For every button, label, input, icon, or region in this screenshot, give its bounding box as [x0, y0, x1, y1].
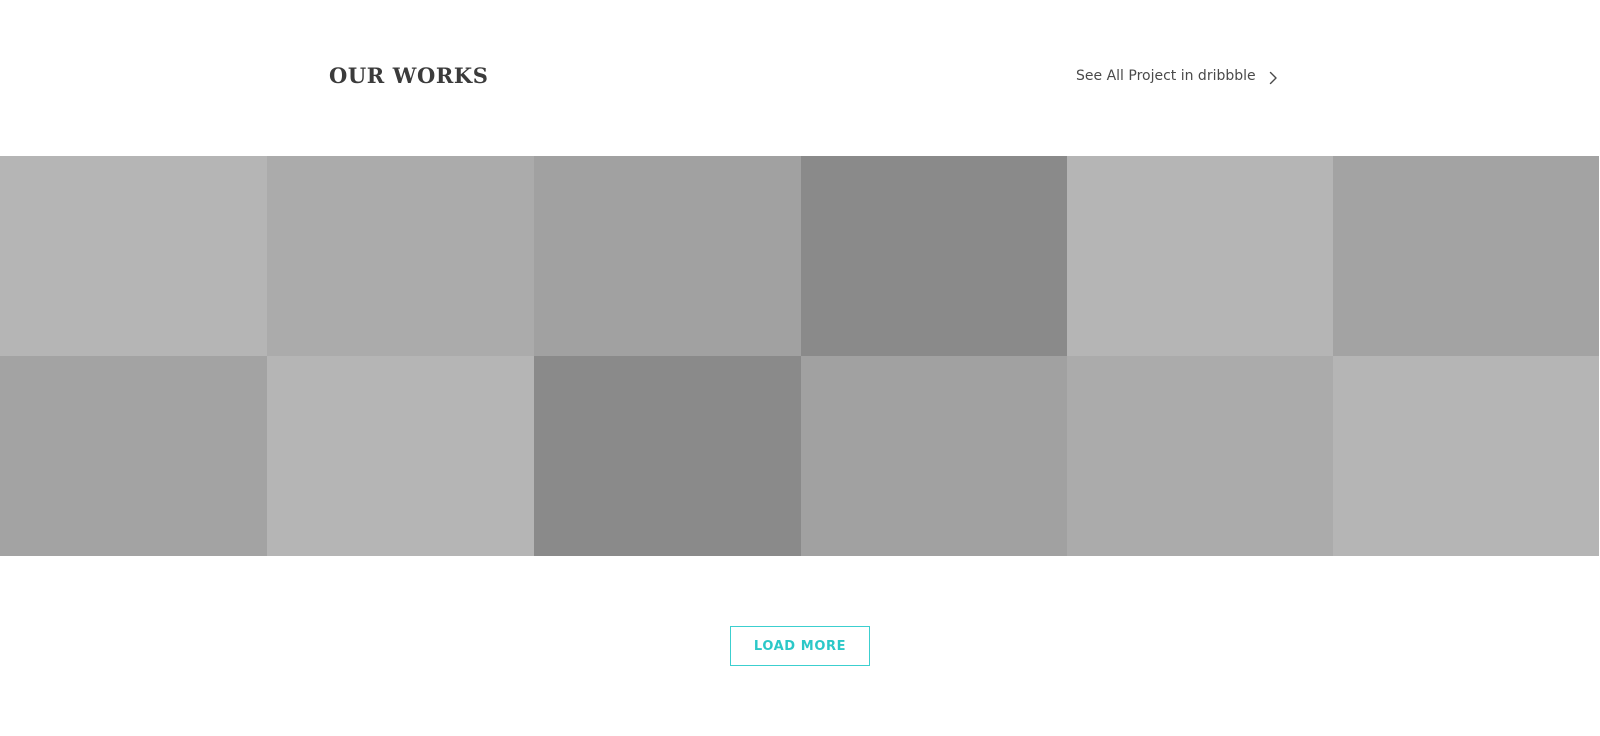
load-more-button[interactable]: LOAD MORE — [730, 626, 870, 666]
chevron-right-icon — [1266, 69, 1280, 85]
work-tile[interactable] — [534, 156, 801, 356]
section-header: OUR WORKS See All Project in dribbble — [0, 0, 1600, 156]
work-tile[interactable] — [1333, 156, 1599, 356]
see-all-projects-label: See All Project in dribbble — [1076, 68, 1256, 84]
work-tile[interactable] — [801, 156, 1067, 356]
work-tile[interactable] — [0, 356, 267, 556]
see-all-projects-link[interactable]: See All Project in dribbble — [1076, 64, 1280, 88]
works-page: OUR WORKS See All Project in dribbble LO… — [0, 0, 1600, 736]
work-tile[interactable] — [534, 356, 801, 556]
work-tile[interactable] — [0, 156, 267, 356]
work-tile[interactable] — [1067, 356, 1333, 556]
section-title: OUR WORKS — [329, 63, 489, 88]
work-tile[interactable] — [1333, 356, 1599, 556]
work-tile[interactable] — [267, 156, 534, 356]
work-tile[interactable] — [267, 356, 534, 556]
work-tile[interactable] — [1067, 156, 1333, 356]
work-tile[interactable] — [801, 356, 1067, 556]
works-gallery — [0, 156, 1600, 556]
